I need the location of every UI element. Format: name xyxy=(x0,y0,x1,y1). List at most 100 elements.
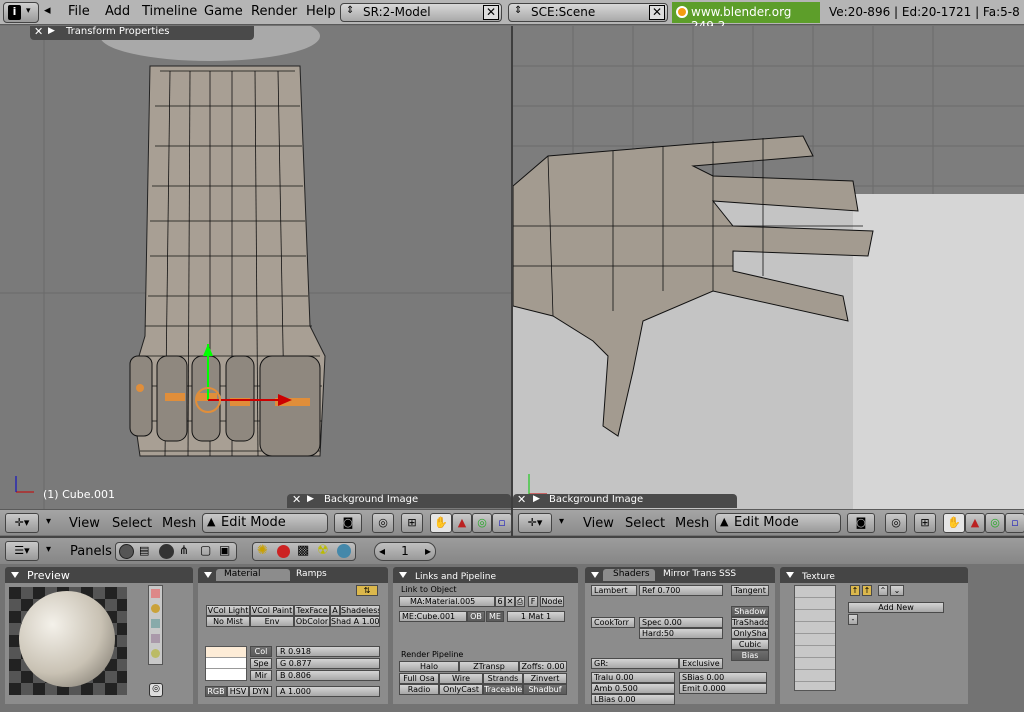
texture-panel-header[interactable]: Texture xyxy=(780,567,968,583)
flat-preview-icon[interactable] xyxy=(151,589,160,598)
chevron-up-icon[interactable]: ⌃ xyxy=(878,585,888,596)
scale-manip-button[interactable]: ◎ xyxy=(472,513,492,533)
halo-button[interactable]: Halo xyxy=(399,661,459,672)
spe-swatch[interactable] xyxy=(206,658,246,669)
refresh-preview-icon[interactable]: ◎ xyxy=(149,683,163,697)
close-scene-icon[interactable]: ✕ xyxy=(649,5,665,20)
pivot-button[interactable]: ◎ xyxy=(372,513,394,533)
hard-slider[interactable]: Hard:50 xyxy=(639,628,723,639)
vcol-light-button[interactable]: VCol Light xyxy=(206,605,250,616)
move-down-icon[interactable]: ↑ xyxy=(862,585,872,596)
panels-menu[interactable]: Panels xyxy=(70,544,112,559)
traceable-button[interactable]: Traceable xyxy=(483,684,523,695)
collapse-icon[interactable] xyxy=(11,572,19,578)
material-index-field[interactable]: 1 Mat 1 xyxy=(507,611,565,622)
sbias-slider[interactable]: SBias 0.00 xyxy=(679,672,767,683)
tab-sss[interactable]: SSS xyxy=(719,569,736,579)
background-image-panel-left[interactable]: ✕ ▶ Background Image xyxy=(287,493,511,508)
play-icon[interactable]: ▶ xyxy=(48,26,55,36)
editing-icon[interactable]: ▢ xyxy=(200,543,211,557)
right-3d-viewport[interactable]: ✕ ▶ Background Image xyxy=(513,26,1024,509)
mesh-name-field[interactable]: ME:Cube.001 xyxy=(399,611,467,622)
texture-options-icon[interactable]: - xyxy=(848,614,858,625)
lamp-icon[interactable]: ✺ xyxy=(257,543,268,558)
world-icon[interactable] xyxy=(337,544,351,558)
menu-help[interactable]: Help xyxy=(306,4,336,19)
unlink-icon[interactable]: ✕ xyxy=(505,596,515,607)
collapse-icon[interactable] xyxy=(399,572,407,578)
shadbuf-button[interactable]: Shadbuf xyxy=(523,684,567,695)
view-menu[interactable]: View xyxy=(69,516,100,531)
diffuse-shader-select[interactable]: Lambert xyxy=(591,585,637,596)
editor-type-button[interactable]: ✛▾ xyxy=(518,513,552,533)
pivot-button[interactable]: ◎ xyxy=(885,513,907,533)
g-slider[interactable]: G 0.877 xyxy=(276,658,380,669)
amb-slider[interactable]: Amb 0.500 xyxy=(591,683,675,694)
mode-select[interactable]: ▲ Edit Mode xyxy=(715,513,841,533)
logic-icon[interactable] xyxy=(119,544,134,559)
collapse-menu-icon[interactable]: ◂ xyxy=(44,3,51,18)
vcol-paint-button[interactable]: VCol Paint xyxy=(250,605,294,616)
ztransp-button[interactable]: ZTransp xyxy=(459,661,519,672)
rgb-button[interactable]: RGB xyxy=(205,686,227,697)
onlycast-button[interactable]: OnlyCast xyxy=(439,684,483,695)
trashado-button[interactable]: TraShado xyxy=(731,617,769,628)
mode-select[interactable]: ▲ Edit Mode xyxy=(202,513,328,533)
cube-preview-icon[interactable] xyxy=(151,619,160,628)
manipulator-button[interactable]: ✋ xyxy=(430,513,452,533)
arrow-left-icon[interactable]: ◂ xyxy=(379,543,385,560)
rotate-manip-button[interactable]: ▲ xyxy=(452,513,472,533)
texture-channel-list[interactable] xyxy=(794,585,836,691)
wire-button[interactable]: Wire xyxy=(439,673,483,684)
background-image-panel-right[interactable]: ✕ ▶ Background Image xyxy=(513,493,737,508)
snap-button[interactable]: ⊞ xyxy=(914,513,936,533)
texture-icon[interactable]: ▩ xyxy=(297,543,309,558)
menu-render[interactable]: Render xyxy=(251,4,297,19)
fake-user-icon[interactable]: ⎙ xyxy=(515,596,525,607)
dyn-button[interactable]: DYN xyxy=(249,686,272,697)
zinvert-button[interactable]: Zinvert xyxy=(523,673,567,684)
radio-button[interactable]: Radio xyxy=(399,684,439,695)
texface-button[interactable]: TexFace xyxy=(294,605,330,616)
editor-type-button[interactable]: ✛▾ xyxy=(5,513,39,533)
emit-slider[interactable]: Emit 0.000 xyxy=(679,683,767,694)
hsv-button[interactable]: HSV xyxy=(227,686,249,697)
object-icon[interactable]: ⋔ xyxy=(179,543,189,557)
mir-button[interactable]: Mir xyxy=(250,670,272,681)
spe-button[interactable]: Spe xyxy=(250,658,272,669)
mesh-menu[interactable]: Mesh xyxy=(162,516,196,531)
script-icon[interactable]: ▤ xyxy=(139,544,149,557)
material-name-field[interactable]: MA:Material.005 xyxy=(399,596,495,607)
f-button[interactable]: F xyxy=(528,596,538,607)
close-icon[interactable]: ✕ xyxy=(292,493,301,506)
shadow-button[interactable]: Shadow xyxy=(731,606,769,617)
tab-mirror-trans[interactable]: Mirror Trans xyxy=(663,569,716,579)
tab-shaders[interactable]: Shaders xyxy=(603,569,655,581)
col-button[interactable]: Col xyxy=(250,646,272,657)
shading-icon[interactable] xyxy=(159,544,174,559)
exclusive-button[interactable]: Exclusive xyxy=(679,658,723,669)
menu-file[interactable]: File xyxy=(68,4,90,19)
global-space-button[interactable]: ▫ xyxy=(492,513,512,533)
onlyshad-button[interactable]: OnlySha xyxy=(731,628,769,639)
transform-properties-panel[interactable]: ✕ ▶ Transform Properties xyxy=(30,26,254,40)
close-icon[interactable]: ✕ xyxy=(34,26,43,38)
cubic-button[interactable]: Cubic xyxy=(731,639,769,650)
a-button[interactable]: A xyxy=(330,605,340,616)
select-menu[interactable]: Select xyxy=(625,516,665,531)
no-mist-button[interactable]: No Mist xyxy=(206,616,250,627)
view-divider[interactable] xyxy=(511,26,513,536)
alpha-slider[interactable]: A 1.000 xyxy=(276,686,380,697)
rotate-manip-button[interactable]: ▲ xyxy=(965,513,985,533)
collapse-menu-icon[interactable]: ▾ xyxy=(46,516,51,527)
ref-slider[interactable]: Ref 0.700 xyxy=(639,585,723,596)
snap-button[interactable]: ⊞ xyxy=(401,513,423,533)
collapse-icon[interactable] xyxy=(591,572,599,578)
b-slider[interactable]: B 0.806 xyxy=(276,670,380,681)
hair-preview-icon[interactable] xyxy=(151,649,160,658)
strands-button[interactable]: Strands xyxy=(483,673,523,684)
spec-slider[interactable]: Spec 0.00 xyxy=(639,617,723,628)
add-new-texture-button[interactable]: Add New xyxy=(848,602,944,613)
radiosity-icon[interactable]: ☢ xyxy=(317,543,329,558)
tab-ramps[interactable]: Ramps xyxy=(296,569,327,579)
